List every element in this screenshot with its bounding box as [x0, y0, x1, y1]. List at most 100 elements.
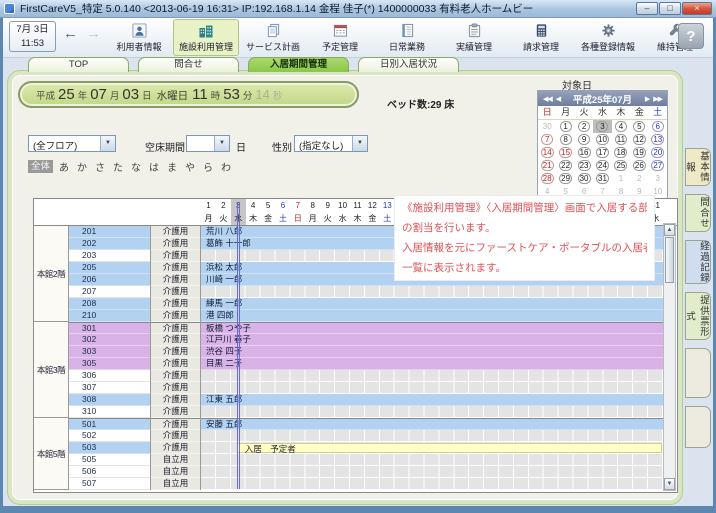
- gantt-row-506[interactable]: [201, 466, 663, 478]
- calendar-day[interactable]: 20: [649, 146, 667, 159]
- scroll-down-icon[interactable]: ▼: [664, 478, 675, 490]
- gantt-row-501[interactable]: 安藤 五郎: [201, 418, 663, 430]
- calendar-day[interactable]: 30: [575, 172, 593, 185]
- gantt-row-210[interactable]: 港 四郎: [201, 310, 663, 322]
- toolbar-button-service-plan[interactable]: サービス計画: [240, 19, 306, 56]
- gantt-row-503[interactable]: 入居 予定者: [201, 442, 663, 454]
- side-tab-blank-2[interactable]: [685, 406, 711, 448]
- kana-filter-item[interactable]: さ: [93, 159, 107, 174]
- room-cell-505[interactable]: 505: [69, 454, 150, 466]
- room-cell-301[interactable]: 301: [69, 322, 150, 334]
- room-cell-302[interactable]: 302: [69, 334, 150, 346]
- gantt-row-305[interactable]: 目黒 二子: [201, 358, 663, 370]
- gantt-row-507[interactable]: [201, 478, 663, 490]
- close-button[interactable]: ×: [682, 2, 712, 15]
- calendar-day[interactable]: 28: [538, 172, 556, 185]
- kana-filter-item[interactable]: ら: [201, 159, 215, 174]
- calendar-day[interactable]: 1: [556, 120, 574, 133]
- room-cell-308[interactable]: 308: [69, 394, 150, 406]
- toolbar-button-facility-usage[interactable]: 施設利用管理: [173, 19, 239, 56]
- toolbar-button-performance-mgmt[interactable]: 実績管理: [441, 19, 507, 56]
- room-cell-203[interactable]: 203: [69, 250, 150, 262]
- room-cell-306[interactable]: 306: [69, 370, 150, 382]
- vacancy-period-select[interactable]: ▼: [186, 135, 230, 152]
- toolbar-button-user-info[interactable]: 利用者情報: [106, 19, 172, 56]
- calendar-day[interactable]: 25: [612, 159, 630, 172]
- calendar-day[interactable]: 4: [612, 120, 630, 133]
- tab-residency-period[interactable]: 入居期間管理: [248, 57, 349, 72]
- side-tab-inquiry[interactable]: 問合せ: [685, 194, 711, 232]
- calendar-day[interactable]: 5: [630, 120, 648, 133]
- calendar-day[interactable]: 16: [575, 146, 593, 159]
- room-cell-503[interactable]: 503: [69, 442, 150, 454]
- calendar-day[interactable]: 21: [538, 159, 556, 172]
- kana-filter-item[interactable]: か: [75, 159, 89, 174]
- planned-occupancy-bar[interactable]: 入居 予定者: [237, 443, 662, 453]
- kana-filter-item[interactable]: た: [111, 159, 125, 174]
- tab-inquiry[interactable]: 問合せ: [138, 57, 239, 72]
- help-button[interactable]: ?: [678, 23, 704, 49]
- calendar-day[interactable]: 3: [593, 120, 611, 133]
- gantt-row-310[interactable]: [201, 406, 663, 418]
- side-tab-blank-1[interactable]: [685, 348, 711, 398]
- gantt-row-208[interactable]: 練馬 一郎: [201, 298, 663, 310]
- side-tab-service-sheet-format[interactable]: 提供票形式: [685, 292, 711, 340]
- calendar-day[interactable]: 18: [612, 146, 630, 159]
- kana-filter-item[interactable]: わ: [219, 159, 233, 174]
- table-scrollbar[interactable]: ▲ ▼: [663, 223, 676, 491]
- toolbar-button-daily-work[interactable]: 日常業務: [374, 19, 440, 56]
- scrollbar-thumb[interactable]: [665, 237, 674, 283]
- gantt-row-306[interactable]: [201, 370, 663, 382]
- calendar-prev-year-icon[interactable]: ◀◀: [541, 95, 554, 103]
- calendar-day[interactable]: 10: [593, 133, 611, 146]
- minimize-button[interactable]: –: [636, 2, 658, 15]
- toolbar-button-schedule-mgmt[interactable]: 予定管理: [307, 19, 373, 56]
- calendar-day[interactable]: 26: [630, 159, 648, 172]
- room-cell-210[interactable]: 210: [69, 310, 150, 322]
- room-cell-206[interactable]: 206: [69, 274, 150, 286]
- calendar-day[interactable]: 24: [593, 159, 611, 172]
- kana-filter-item[interactable]: ま: [165, 159, 179, 174]
- room-cell-506[interactable]: 506: [69, 466, 150, 478]
- room-cell-507[interactable]: 507: [69, 478, 150, 490]
- gender-select[interactable]: (指定なし) ▼: [294, 135, 368, 152]
- calendar-day[interactable]: 31: [593, 172, 611, 185]
- gantt-row-502[interactable]: [201, 430, 663, 442]
- calendar-day[interactable]: 23: [575, 159, 593, 172]
- toolbar-button-billing-mgmt[interactable]: 請求管理: [508, 19, 574, 56]
- calendar-day[interactable]: 17: [593, 146, 611, 159]
- scroll-up-icon[interactable]: ▲: [664, 224, 675, 236]
- kana-filter-item[interactable]: な: [129, 159, 143, 174]
- calendar-day[interactable]: 22: [556, 159, 574, 172]
- calendar-next-year-icon[interactable]: ▶▶: [651, 95, 664, 103]
- room-cell-307[interactable]: 307: [69, 382, 150, 394]
- tab-daily-occupancy[interactable]: 日別入居状況: [358, 57, 459, 72]
- gantt-row-308[interactable]: 江東 五郎: [201, 394, 663, 406]
- room-cell-202[interactable]: 202: [69, 238, 150, 250]
- calendar-day[interactable]: 19: [630, 146, 648, 159]
- calendar-day[interactable]: 12: [630, 133, 648, 146]
- calendar-day[interactable]: 8: [556, 133, 574, 146]
- side-tab-basic-info[interactable]: 基本情報: [685, 148, 711, 186]
- room-cell-205[interactable]: 205: [69, 262, 150, 274]
- gantt-row-207[interactable]: [201, 286, 663, 298]
- calendar-day[interactable]: 7: [538, 133, 556, 146]
- maximize-button[interactable]: □: [659, 2, 681, 15]
- kana-filter-item[interactable]: は: [147, 159, 161, 174]
- side-tab-progress-record[interactable]: 経過記録: [685, 240, 711, 284]
- calendar-day[interactable]: 6: [649, 120, 667, 133]
- room-cell-502[interactable]: 502: [69, 430, 150, 442]
- back-arrow-icon[interactable]: ←: [63, 25, 78, 42]
- toolbar-button-registration-info[interactable]: 各種登録情報: [575, 19, 641, 56]
- tab-top[interactable]: TOP: [28, 57, 129, 72]
- calendar-day[interactable]: 29: [556, 172, 574, 185]
- gantt-row-505[interactable]: [201, 454, 663, 466]
- calendar-prev-month-icon[interactable]: ◀: [554, 95, 562, 103]
- room-cell-207[interactable]: 207: [69, 286, 150, 298]
- calendar-day[interactable]: 11: [612, 133, 630, 146]
- calendar-day[interactable]: 14: [538, 146, 556, 159]
- calendar-day[interactable]: 13: [649, 133, 667, 146]
- room-cell-501[interactable]: 501: [69, 418, 150, 430]
- room-cell-303[interactable]: 303: [69, 346, 150, 358]
- calendar-day[interactable]: 9: [575, 133, 593, 146]
